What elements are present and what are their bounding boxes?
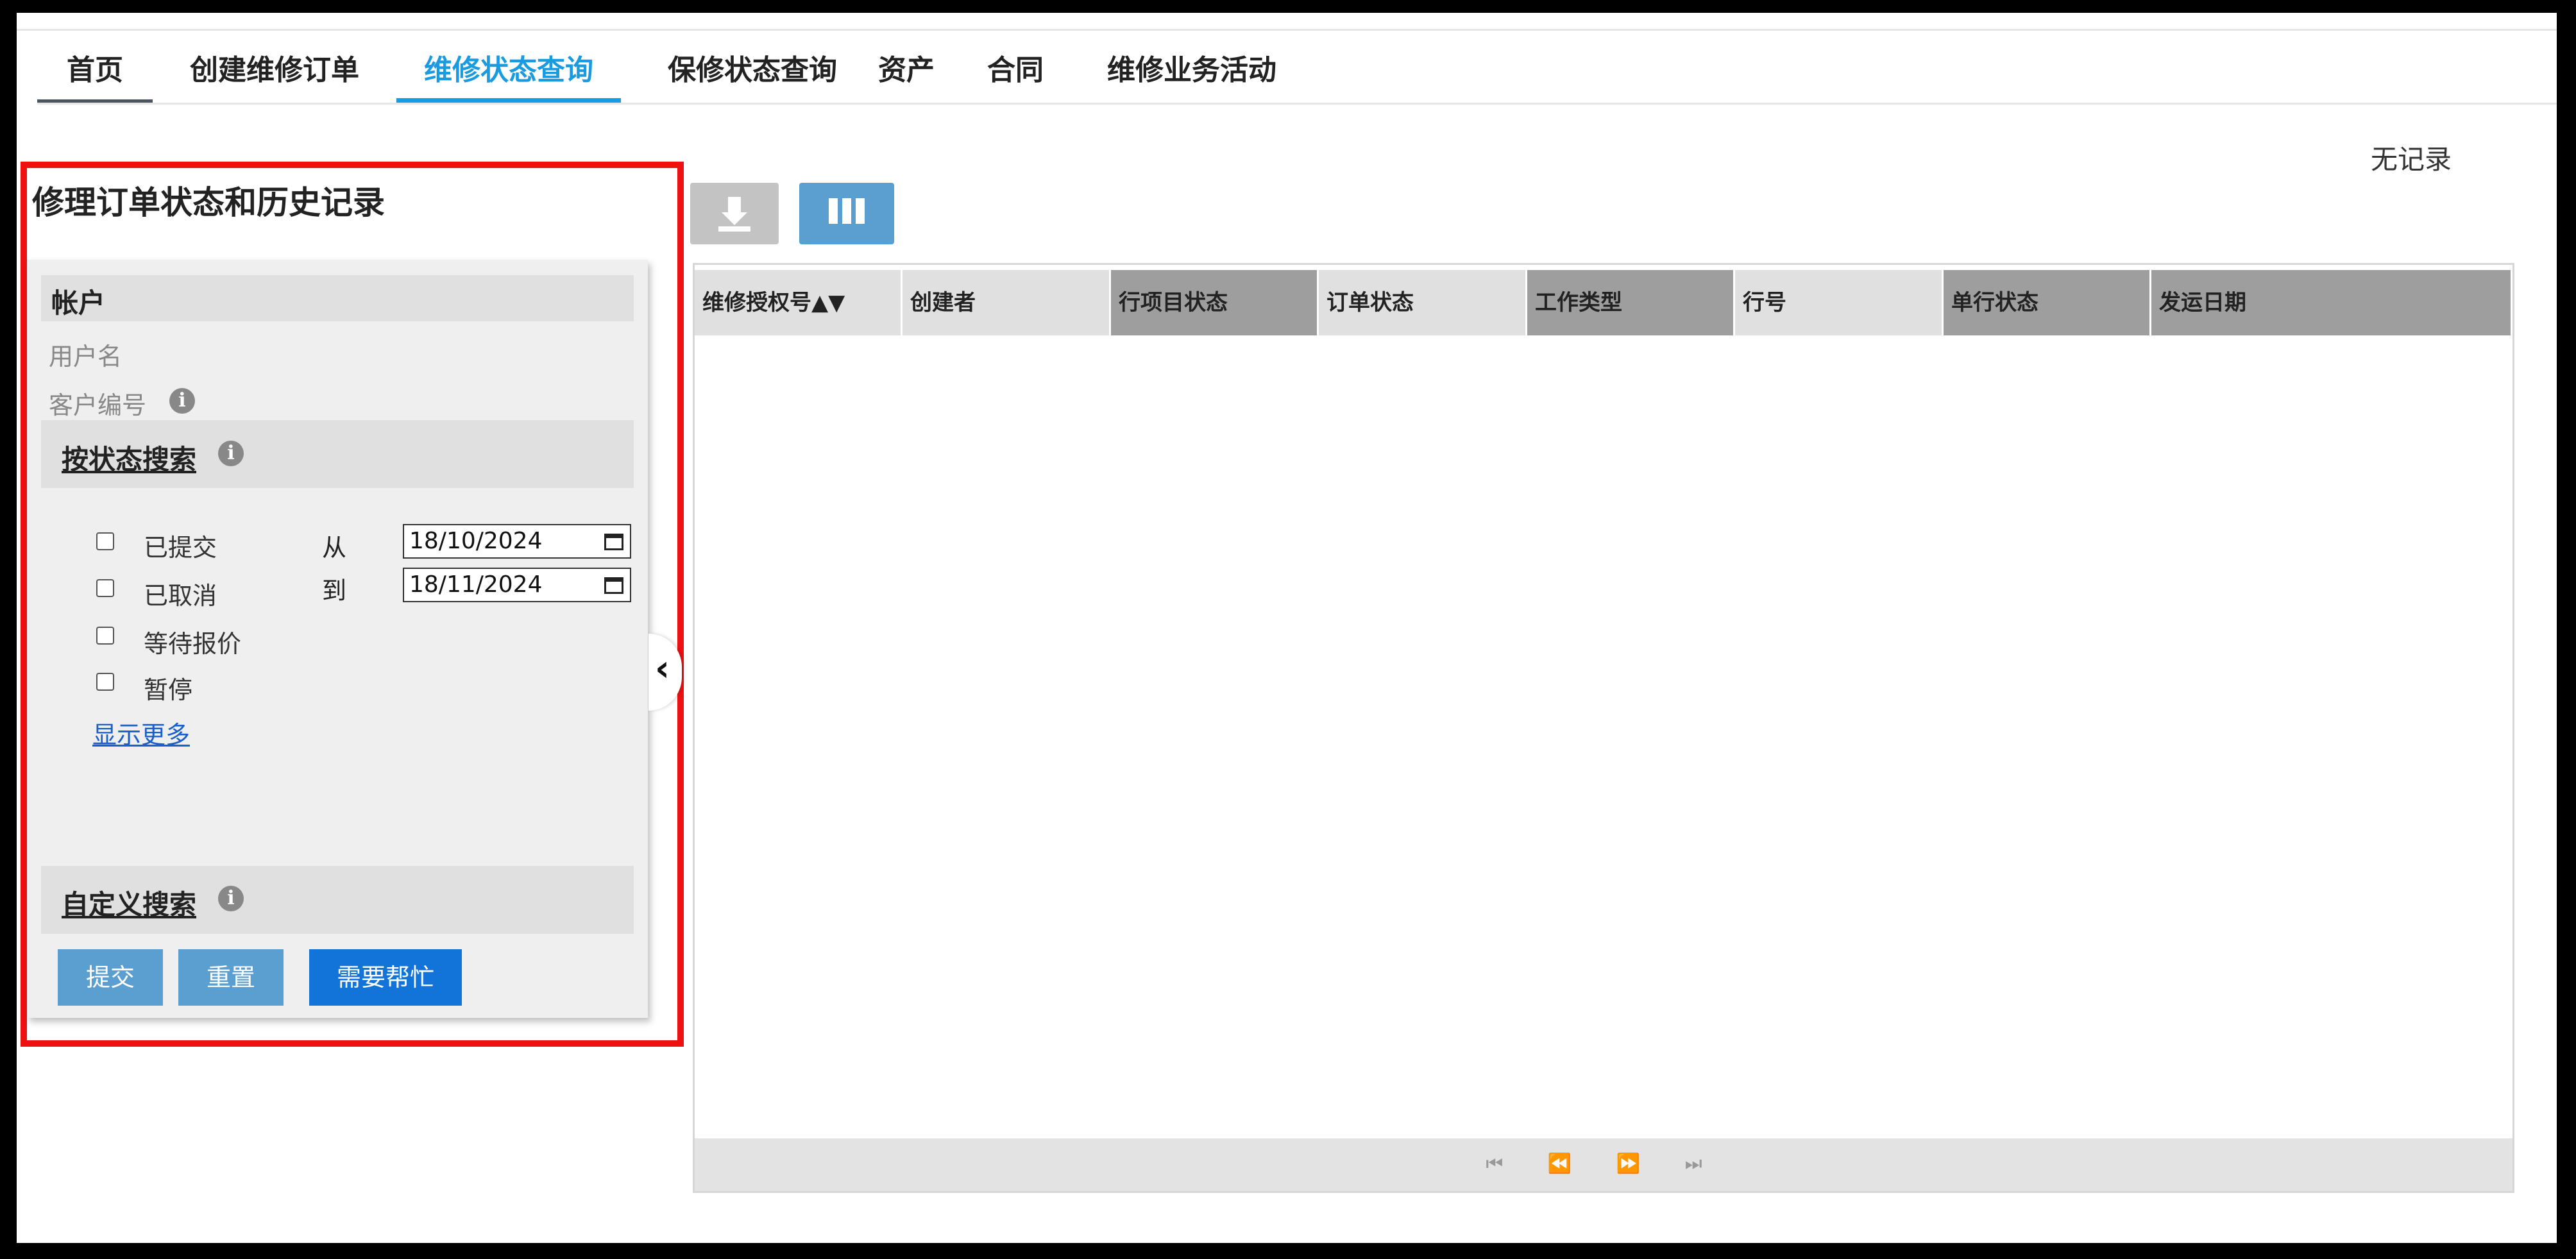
account-heading: 帐户 (51, 287, 106, 319)
column-header-ship-date[interactable]: 发运日期 (2151, 270, 2512, 335)
account-section-header (41, 275, 634, 321)
checkbox-cancelled[interactable] (96, 579, 114, 597)
customer-number-label: 客户编号 (49, 391, 147, 419)
column-header-single-line-status[interactable]: 单行状态 (1944, 270, 2151, 335)
panel-title: 修理订单状态和历史记录 (32, 184, 385, 221)
tab-create-repair-order[interactable]: 创建维修订单 (178, 31, 371, 103)
tab-repair-activities[interactable]: 维修业务活动 (1083, 31, 1301, 103)
show-more-link[interactable]: 显示更多 (92, 715, 190, 750)
calendar-icon[interactable] (604, 577, 623, 594)
columns-icon (829, 198, 865, 224)
download-button[interactable] (690, 183, 779, 244)
checkbox-cancelled-label: 已取消 (144, 582, 217, 610)
status-search-info-icon[interactable]: i (218, 441, 244, 466)
column-header-line-number[interactable]: 行号 (1735, 270, 1944, 335)
from-date-input[interactable]: 18/10/2024 (403, 524, 631, 559)
from-date-label: 从 (322, 534, 347, 562)
tab-assets[interactable]: 资产 (865, 31, 948, 103)
to-date-input[interactable]: 18/11/2024 (403, 568, 631, 602)
checkbox-awaiting-quote-label: 等待报价 (144, 630, 242, 658)
tab-repair-status-query[interactable]: 维修状态查询 (396, 31, 621, 103)
status-search-heading[interactable]: 按状态搜索 (62, 438, 196, 477)
help-button[interactable]: 需要帮忙 (309, 949, 462, 1006)
tab-home[interactable]: 首页 (37, 31, 153, 103)
search-panel: 帐户 用户名 客户编号 i 按状态搜索 i 已提交 已取消 等待报价 暂停 从 … (27, 260, 648, 1018)
checkbox-submitted[interactable] (96, 532, 114, 550)
chevron-left-icon: ‹ (655, 648, 670, 689)
checkbox-awaiting-quote[interactable] (96, 627, 114, 645)
column-header-order-status[interactable]: 订单状态 (1319, 270, 1527, 335)
custom-search-info-icon[interactable]: i (218, 886, 244, 911)
custom-search-heading[interactable]: 自定义搜索 (62, 883, 196, 922)
to-date-value: 18/11/2024 (409, 571, 543, 598)
grid-footer: ⏮ ⏪ ⏩ ⏭ (695, 1138, 2512, 1191)
pagination-controls[interactable]: ⏮ ⏪ ⏩ ⏭ (1486, 1153, 1721, 1175)
main-nav: 首页 创建维修订单 维修状态查询 保修状态查询 资产 合同 维修业务活动 (37, 31, 2557, 105)
from-date-value: 18/10/2024 (409, 528, 543, 554)
checkbox-on-hold-label: 暂停 (144, 676, 193, 704)
checkbox-submitted-label: 已提交 (144, 534, 217, 562)
download-icon (718, 197, 750, 232)
submit-button[interactable]: 提交 (58, 949, 163, 1006)
column-header-line-item-status[interactable]: 行项目状态 (1111, 270, 1319, 335)
reset-button[interactable]: 重置 (178, 949, 284, 1006)
no-records-text: 无记录 (2371, 144, 2452, 175)
app-window: 首页 创建维修订单 维修状态查询 保修状态查询 资产 合同 维修业务活动 无记录… (17, 13, 2557, 1243)
column-header-work-type[interactable]: 工作类型 (1527, 270, 1735, 335)
tab-contracts[interactable]: 合同 (974, 31, 1057, 103)
to-date-label: 到 (322, 577, 347, 605)
calendar-icon[interactable] (604, 534, 623, 550)
results-grid: 维修授权号▲▼ 创建者 行项目状态 订单状态 工作类型 行号 单行状态 发运日期… (693, 263, 2514, 1193)
tab-warranty-status-query[interactable]: 保修状态查询 (643, 31, 861, 103)
username-label: 用户名 (49, 342, 123, 371)
checkbox-on-hold[interactable] (96, 673, 114, 691)
customer-number-info-icon[interactable]: i (169, 388, 195, 414)
column-header-creator[interactable]: 创建者 (902, 270, 1111, 335)
columns-button[interactable] (799, 183, 894, 244)
column-header-rma-number[interactable]: 维修授权号▲▼ (695, 270, 902, 335)
